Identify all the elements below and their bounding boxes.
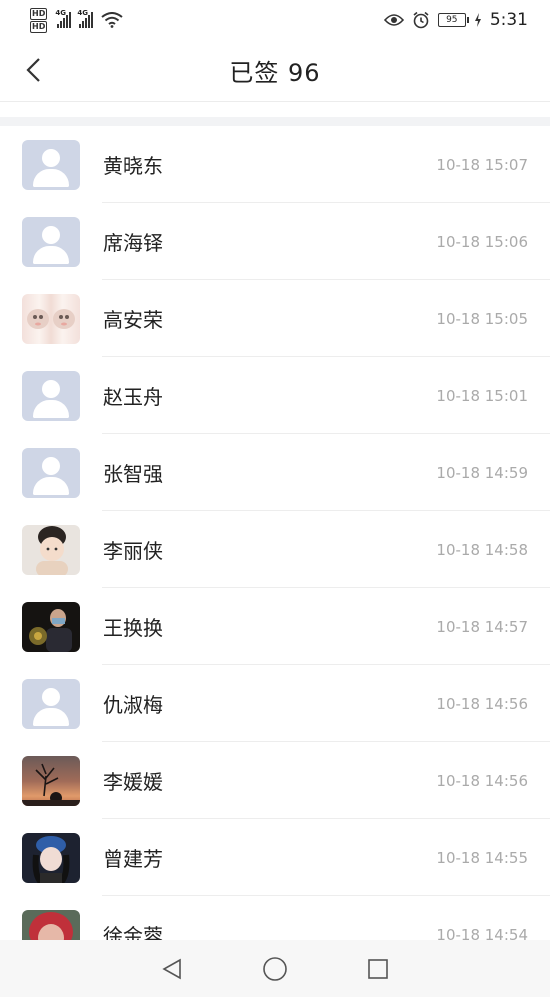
alarm-icon (413, 11, 429, 29)
status-left: HD HD 4G 4G (30, 7, 123, 33)
list-item[interactable]: 仇淑梅 10-18 14:56 (0, 665, 550, 742)
wifi-icon (101, 12, 123, 28)
person-name: 张智强 (103, 462, 163, 486)
list-item[interactable]: 高安荣 10-18 15:05 (0, 280, 550, 357)
hd-indicators: HD HD (30, 7, 48, 33)
list-item[interactable]: 李媛媛 10-18 14:56 (0, 742, 550, 819)
list-item[interactable]: 王换换 10-18 14:57 (0, 588, 550, 665)
list-item[interactable]: 曾建芳 10-18 14:55 (0, 819, 550, 896)
list-item[interactable]: 席海铎 10-18 15:06 (0, 203, 550, 280)
avatar (22, 832, 80, 883)
sign-time: 10-18 14:56 (436, 694, 528, 713)
person-name: 赵玉舟 (103, 385, 163, 409)
sign-time: 10-18 14:57 (436, 617, 528, 636)
signed-list: 黄晓东 10-18 15:07 席海铎 10-18 15:06 高安荣 10-1… (0, 126, 550, 973)
person-name: 王换换 (103, 616, 163, 640)
avatar (22, 293, 80, 344)
person-name: 仇淑梅 (103, 693, 163, 717)
charging-icon (474, 13, 481, 27)
sign-time: 10-18 15:07 (436, 155, 528, 174)
screen: HD HD 4G 4G 95 5:31 已签 96 黄晓东 10-18 15:0… (0, 0, 550, 997)
triangle-back-icon (162, 958, 181, 979)
list-item[interactable]: 张智强 10-18 14:59 (0, 434, 550, 511)
nav-recents-button[interactable] (358, 949, 398, 989)
sign-time: 10-18 14:55 (436, 848, 528, 867)
status-right: 95 5:31 (383, 10, 528, 30)
nav-back-button[interactable] (152, 949, 192, 989)
hd-badge-2: HD (30, 20, 48, 33)
default-avatar-icon (22, 678, 80, 729)
signal-label-2: 4G (77, 9, 88, 17)
sign-time: 10-18 14:59 (436, 463, 528, 482)
default-avatar-icon (22, 139, 80, 190)
signal-label-1: 4G (55, 9, 66, 17)
person-name: 高安荣 (103, 308, 163, 332)
status-bar: HD HD 4G 4G 95 5:31 (0, 0, 550, 40)
back-button[interactable] (14, 50, 54, 90)
circle-home-icon (263, 956, 287, 981)
person-name: 曾建芳 (103, 847, 163, 871)
avatar (22, 755, 80, 806)
sign-time: 10-18 15:01 (436, 386, 528, 405)
nav-home-button[interactable] (255, 949, 295, 989)
sign-time: 10-18 14:56 (436, 771, 528, 790)
list-item[interactable]: 李丽侠 10-18 14:58 (0, 511, 550, 588)
eye-icon (383, 14, 404, 26)
battery-icon: 95 (437, 13, 469, 27)
signal-icon-1: 4G (55, 9, 72, 28)
list-item[interactable]: 赵玉舟 10-18 15:01 (0, 357, 550, 434)
person-name: 李媛媛 (103, 770, 163, 794)
square-recents-icon (368, 958, 389, 979)
person-name: 席海铎 (103, 231, 163, 255)
sign-time: 10-18 15:05 (436, 309, 528, 328)
list-item[interactable]: 黄晓东 10-18 15:07 (0, 126, 550, 203)
page-header: 已签 96 (0, 40, 550, 102)
hd-badge-1: HD (30, 7, 48, 20)
sign-time: 10-18 15:06 (436, 232, 528, 251)
person-name: 黄晓东 (103, 154, 163, 178)
sign-time: 10-18 14:58 (436, 540, 528, 559)
signal-icon-2: 4G (77, 9, 94, 28)
system-nav-bar (0, 940, 550, 997)
person-name: 李丽侠 (103, 539, 163, 563)
avatar (22, 601, 80, 652)
chevron-left-icon (26, 58, 40, 82)
avatar (22, 524, 80, 575)
default-avatar-icon (22, 216, 80, 267)
default-avatar-icon (22, 370, 80, 421)
clock-time: 5:31 (489, 10, 528, 30)
default-avatar-icon (22, 447, 80, 498)
section-separator (0, 117, 550, 126)
page-title: 已签 96 (229, 59, 321, 87)
